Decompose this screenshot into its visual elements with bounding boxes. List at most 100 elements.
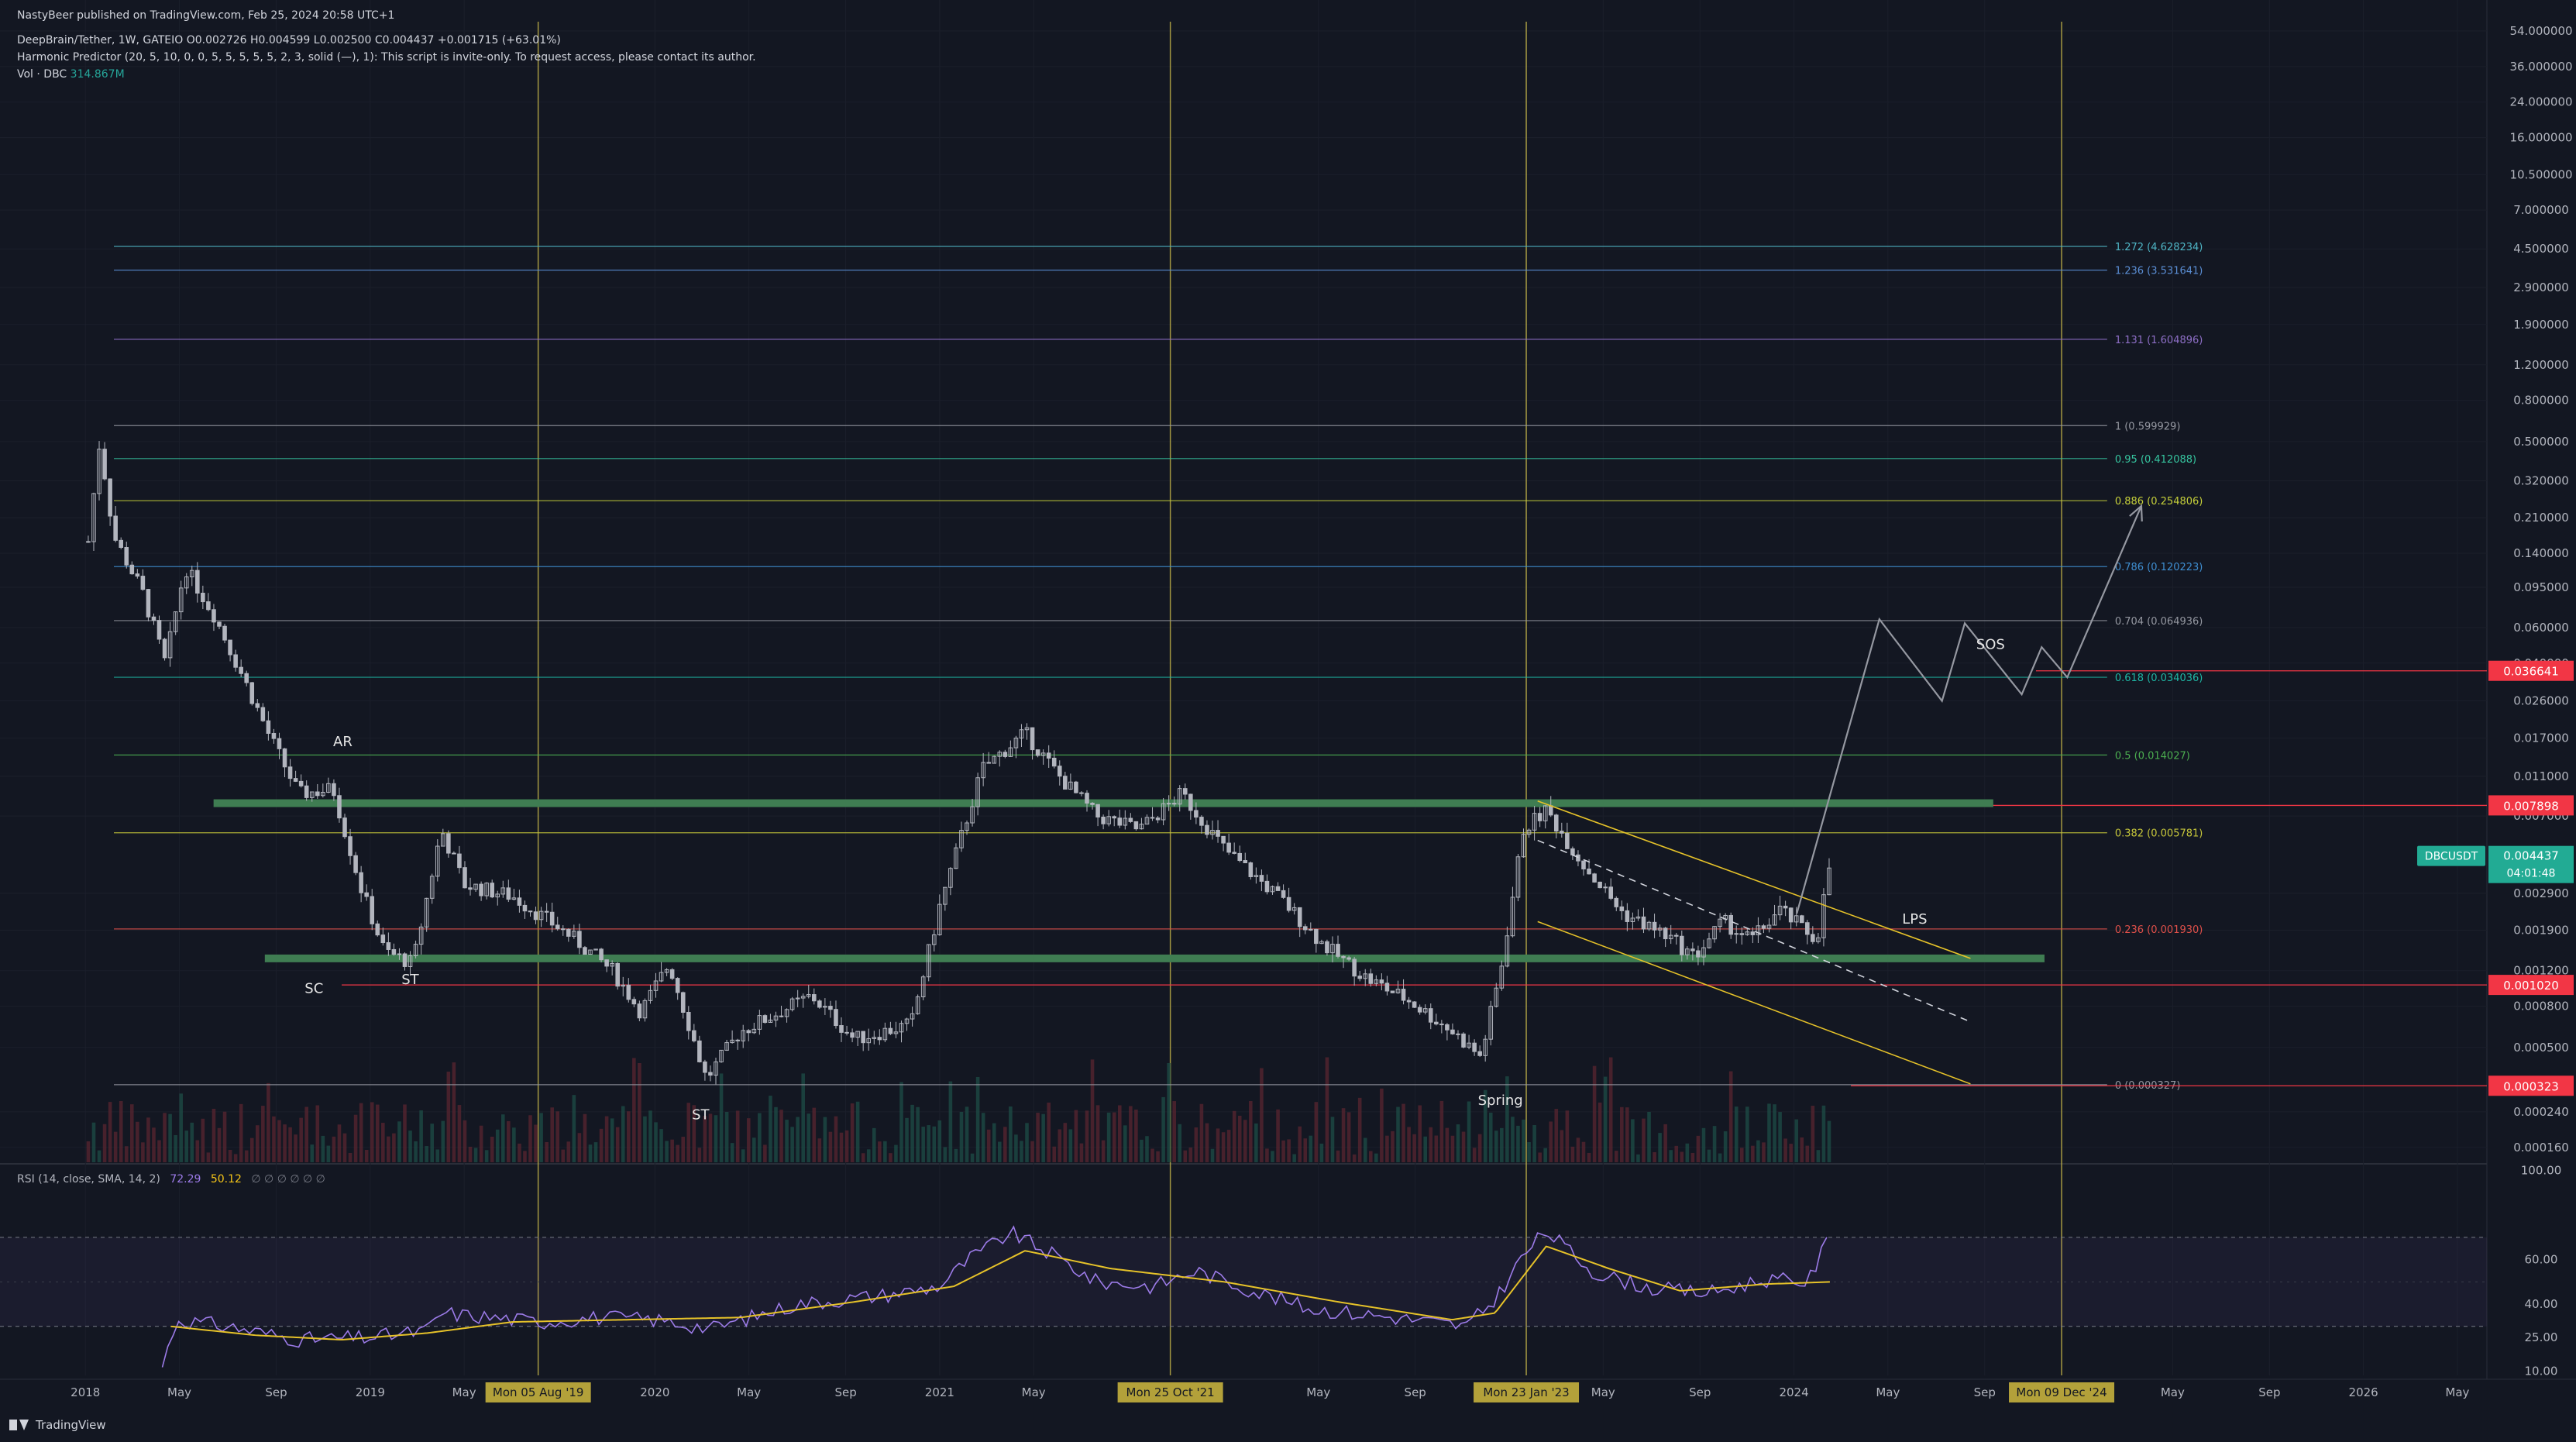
support-zone	[213, 799, 1993, 807]
volume-legend[interactable]: Vol · DBC 314.867M	[17, 68, 125, 81]
volume-bar	[1391, 1131, 1395, 1162]
time-tick-label: Sep	[834, 1385, 856, 1399]
candle-body	[1030, 727, 1035, 751]
volume-bar	[1631, 1119, 1635, 1162]
candle-body	[452, 852, 456, 855]
candle-body	[555, 924, 560, 930]
volume-bar	[1161, 1096, 1165, 1162]
volume-bar	[348, 1152, 353, 1162]
volume-bar	[1079, 1143, 1084, 1162]
volume-bar	[163, 1113, 167, 1162]
volume-bar	[1751, 1145, 1755, 1162]
candle-body	[490, 883, 494, 898]
candle-body	[146, 589, 151, 618]
candle-body	[124, 546, 129, 566]
candle-body	[1608, 886, 1614, 899]
wyckoff-label: ST	[692, 1107, 710, 1124]
volume-bar	[452, 1062, 456, 1162]
volume-bar	[948, 1081, 953, 1162]
volume-label: Vol · DBC	[17, 68, 67, 81]
candle-body	[201, 592, 205, 603]
volume-bar	[507, 1120, 511, 1162]
volume-bar	[610, 1118, 614, 1162]
candle-body	[1417, 1007, 1422, 1013]
volume-bar	[921, 1127, 925, 1162]
volume-bar	[1653, 1151, 1656, 1162]
volume-bar	[1014, 1134, 1018, 1162]
volume-bar	[1636, 1154, 1640, 1162]
volume-bar	[1549, 1121, 1553, 1162]
volume-bar	[572, 1095, 576, 1162]
rsi-tick-label: 40.00	[2525, 1297, 2558, 1311]
time-tick-label: Sep	[1689, 1385, 1711, 1399]
candle-body	[446, 833, 451, 854]
candle-body	[364, 892, 369, 897]
candle-body	[1368, 973, 1374, 984]
price-tick-label: 0.060000	[2513, 621, 2569, 635]
candle-body	[1434, 1021, 1439, 1025]
candle-body	[1112, 816, 1117, 819]
volume-bar	[1346, 1112, 1351, 1162]
volume-bar	[1472, 1148, 1477, 1162]
volume-bar	[1210, 1148, 1215, 1162]
volume-bar	[1276, 1109, 1280, 1162]
volume-bar	[1805, 1145, 1810, 1162]
volume-bar	[174, 1134, 177, 1162]
volume-bar	[1794, 1119, 1799, 1162]
volume-bar	[850, 1103, 855, 1162]
volume-bar	[446, 1072, 451, 1162]
candle-body	[675, 978, 680, 993]
tradingview-brand[interactable]: TradingView	[9, 1418, 106, 1432]
indicator-line[interactable]: Harmonic Predictor (20, 5, 10, 0, 0, 5, …	[17, 51, 756, 64]
time-tick-label: May	[452, 1385, 476, 1399]
candle-body	[1074, 781, 1078, 793]
volume-bar	[970, 1153, 975, 1162]
volume-bar	[233, 1154, 238, 1162]
volume-bar	[1511, 1117, 1515, 1162]
volume-bar	[1439, 1100, 1444, 1162]
candle-body	[746, 1030, 751, 1034]
price-tick-label: 54.000000	[2509, 24, 2572, 38]
volume-bar	[1298, 1126, 1302, 1162]
volume-bar	[1216, 1128, 1220, 1162]
candle-body	[1090, 803, 1095, 805]
volume-bar	[1565, 1110, 1570, 1162]
candle-body	[1046, 752, 1051, 759]
volume-bar	[136, 1121, 139, 1162]
volume-bar	[315, 1105, 320, 1162]
volume-bar	[1167, 1062, 1171, 1162]
candle-body	[1357, 976, 1362, 979]
candle-body	[577, 931, 582, 948]
price-tick-label: 0.017000	[2513, 731, 2569, 745]
volume-bar	[796, 1117, 800, 1162]
rsi-legend[interactable]: RSI (14, close, SMA, 14, 2) 72.29 50.12 …	[17, 1173, 325, 1186]
volume-bar	[457, 1105, 462, 1162]
volume-bar	[1412, 1134, 1416, 1162]
volume-bar	[758, 1113, 762, 1162]
volume-bar	[425, 1146, 428, 1162]
symbol-ohlc-line: DeepBrain/Tether, 1W, GATEIO O0.002726 H…	[17, 34, 561, 46]
volume-bar	[676, 1144, 679, 1162]
price-chart[interactable]: 1.272 (4.628234) 1.236 (3.531641) 1.131 (1…	[0, 0, 2576, 1442]
volume-bar	[1009, 1106, 1013, 1162]
volume-bar	[272, 1116, 276, 1162]
volume-bar	[686, 1103, 691, 1162]
volume-bar	[359, 1103, 363, 1162]
volume-bar	[801, 1073, 805, 1162]
volume-bar	[1237, 1115, 1242, 1162]
volume-bar	[883, 1141, 887, 1162]
volume-bar	[1123, 1125, 1127, 1162]
volume-bar	[157, 1140, 161, 1162]
volume-bar	[1336, 1150, 1340, 1162]
volume-bar	[986, 1129, 991, 1162]
volume-bar	[91, 1122, 96, 1162]
candle-body	[222, 625, 227, 641]
volume-bar	[364, 1149, 369, 1162]
candle-body	[1428, 1008, 1433, 1023]
candle-body	[1560, 831, 1564, 834]
volume-bar	[1156, 1151, 1160, 1162]
candle-body	[1537, 813, 1543, 821]
volume-bar	[1117, 1105, 1122, 1162]
volume-bar	[1811, 1106, 1815, 1162]
candle-body	[1406, 1000, 1412, 1003]
